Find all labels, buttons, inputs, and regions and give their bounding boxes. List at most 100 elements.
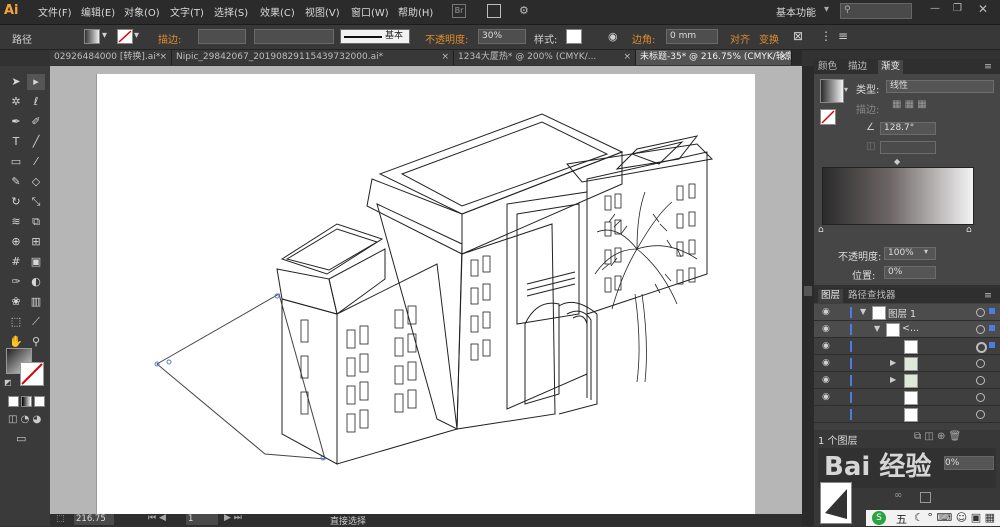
workspace-dropdown-icon[interactable]: ▾ (824, 4, 829, 15)
close-tab-icon[interactable]: × (159, 50, 167, 65)
selection-indicator[interactable] (989, 325, 995, 331)
ime-mode[interactable]: 五 (896, 511, 907, 527)
menu-file[interactable]: 文件(F) (38, 4, 72, 19)
artboard-tool-icon[interactable]: ⬚ (7, 314, 25, 330)
align-link[interactable]: 对齐 (730, 31, 750, 46)
expand-arrow-icon[interactable]: ▼ (860, 307, 866, 316)
gradient-thumbnail[interactable] (820, 79, 844, 103)
free-transform-icon[interactable]: ⧉ (27, 214, 45, 230)
tab-gradient[interactable]: 渐变 (878, 60, 904, 74)
angle-field[interactable]: 128.7° (880, 122, 936, 135)
canvas[interactable] (50, 66, 802, 514)
bridge-icon[interactable]: Br (452, 4, 466, 18)
eyedropper-icon[interactable]: ✑ (7, 274, 25, 290)
paintbrush-icon[interactable]: ⁄ (27, 154, 45, 170)
gradient-slider[interactable] (822, 167, 974, 225)
tab-pathfinder[interactable]: 路径查找器 (848, 289, 896, 303)
magic-wand-icon[interactable]: ✲ (7, 94, 25, 110)
sync-icon[interactable]: ⚙ (519, 4, 533, 18)
workspace-switcher[interactable]: 基本功能 (776, 4, 816, 19)
tab-doc-3[interactable]: 1234大厦热* @ 200% (CMYK/... × (454, 50, 636, 65)
brush-definition[interactable]: 基本 (340, 29, 410, 44)
tab-stroke[interactable]: 描边 (848, 60, 867, 74)
curvature-tool-icon[interactable]: ✐ (27, 114, 45, 130)
panel-menu-icon[interactable]: ≡ (984, 60, 992, 74)
transform-link[interactable]: 变换 (759, 31, 779, 46)
none-mode-icon[interactable] (34, 396, 45, 407)
rotate-tool-icon[interactable]: ↻ (7, 194, 25, 210)
expand-arrow-icon[interactable]: ▶ (890, 358, 896, 367)
visibility-eye-icon[interactable]: ◉ (822, 358, 830, 368)
layer-row[interactable]: ◉ (814, 338, 1000, 355)
arrange-documents-icon[interactable] (487, 4, 501, 18)
layer-row[interactable]: ◉ (814, 389, 1000, 406)
building-outline-artwork[interactable] (97, 74, 755, 514)
visibility-eye-icon[interactable]: ◉ (822, 392, 830, 402)
target-circle-icon[interactable] (976, 342, 987, 353)
ime-toolbar-icons[interactable]: ☾ ° ⌨ ☺ ▣ ▦ (914, 511, 995, 524)
lasso-icon[interactable]: ℓ (27, 94, 45, 110)
opacity-field-partial[interactable]: 0% (944, 456, 994, 470)
stroke-dropdown-icon[interactable]: ▾ (134, 30, 139, 41)
variable-width-profile[interactable] (254, 29, 334, 44)
type-tool-icon[interactable]: T (7, 134, 25, 150)
group-name[interactable]: <... (902, 323, 919, 334)
layer-row[interactable]: ◉ ▶ (814, 355, 1000, 372)
fill-dropdown-icon[interactable]: ▾ (102, 30, 107, 41)
isolate-icon[interactable]: ⊠ (793, 29, 803, 43)
color-stop-right-icon[interactable]: ⌂ (966, 225, 972, 235)
line-tool-icon[interactable]: ╱ (27, 134, 45, 150)
ime-logo-icon[interactable]: S (872, 511, 886, 525)
target-circle-icon[interactable] (976, 325, 985, 334)
target-circle-icon[interactable] (976, 359, 985, 368)
width-tool-icon[interactable]: ≋ (7, 214, 25, 230)
stroke-swatch[interactable] (117, 29, 133, 44)
selection-tool-icon[interactable]: ➤ (7, 74, 25, 90)
menu-type[interactable]: 文字(T) (170, 4, 204, 19)
layer-row[interactable]: ◉ ▼ <... (814, 321, 1000, 338)
menu-object[interactable]: 对象(O) (124, 4, 160, 19)
color-stop-left-icon[interactable]: ⌂ (818, 225, 824, 235)
menu-edit[interactable]: 编辑(E) (81, 4, 115, 19)
tab-doc-2[interactable]: Nipic_29842067_20190829115439732000.ai* × (172, 50, 454, 65)
pencil-icon[interactable]: ✎ (7, 174, 25, 190)
minimize-icon[interactable]: — (930, 3, 940, 14)
slice-tool-icon[interactable]: ⟋ (27, 314, 45, 330)
midpoint-diamond-icon[interactable]: ◆ (894, 157, 900, 166)
layers-footer-icons[interactable]: ⧉ ◫ ⊕ 🗑 (914, 431, 961, 442)
color-mode-icon[interactable] (8, 396, 19, 407)
layer-row[interactable]: ◉ ▶ (814, 372, 1000, 389)
selection-indicator[interactable] (989, 342, 995, 348)
opacity-field[interactable]: 30% (478, 29, 526, 44)
shape-builder-icon[interactable]: ⊕ (7, 234, 25, 250)
corner-radius-field[interactable]: 0 mm (666, 29, 718, 44)
gradient-type-select[interactable]: 线性 (886, 80, 994, 93)
expand-arrow-icon[interactable]: ▶ (890, 375, 896, 384)
artboard-number-field[interactable]: 1 (186, 514, 218, 525)
gradient-tool-icon[interactable]: ▣ (27, 254, 45, 270)
prev-artboard-icon[interactable]: ⏮ ◀ (148, 513, 166, 523)
target-circle-icon[interactable] (976, 376, 985, 385)
search-input[interactable]: ⚲ (840, 3, 912, 19)
visibility-eye-icon[interactable]: ◉ (822, 307, 830, 317)
clip-checkbox[interactable] (920, 492, 931, 503)
next-artboard-icon[interactable]: ▶ ⏭ (224, 513, 242, 523)
column-graph-icon[interactable]: ▥ (27, 294, 45, 310)
tab-doc-active[interactable]: 未标题-35* @ 216.75% (CMYK/轮廓) × (636, 50, 792, 65)
opacity-dropdown-icon[interactable]: ▾ (924, 247, 928, 256)
menu-window[interactable]: 窗口(W) (351, 4, 389, 19)
artboard[interactable] (96, 74, 755, 514)
zoom-field[interactable]: 216.75 (74, 514, 114, 525)
layer-row[interactable] (814, 406, 1000, 423)
visibility-eye-icon[interactable]: ◉ (822, 324, 830, 334)
arrange-icon[interactable]: ⋮ (820, 29, 832, 43)
stop-opacity-field[interactable]: 100% (884, 247, 936, 260)
graphic-style-swatch[interactable] (566, 29, 582, 44)
close-tab-icon[interactable]: × (779, 50, 787, 65)
symbol-sprayer-icon[interactable]: ❀ (7, 294, 25, 310)
stroke-gradient-options-icon[interactable]: ▦ ▦ ▦ (892, 99, 927, 110)
pen-tool-icon[interactable]: ✒ (7, 114, 25, 130)
selection-indicator[interactable] (989, 308, 995, 314)
stroke-weight-field[interactable] (198, 29, 246, 44)
tab-color[interactable]: 颜色 (818, 60, 837, 74)
